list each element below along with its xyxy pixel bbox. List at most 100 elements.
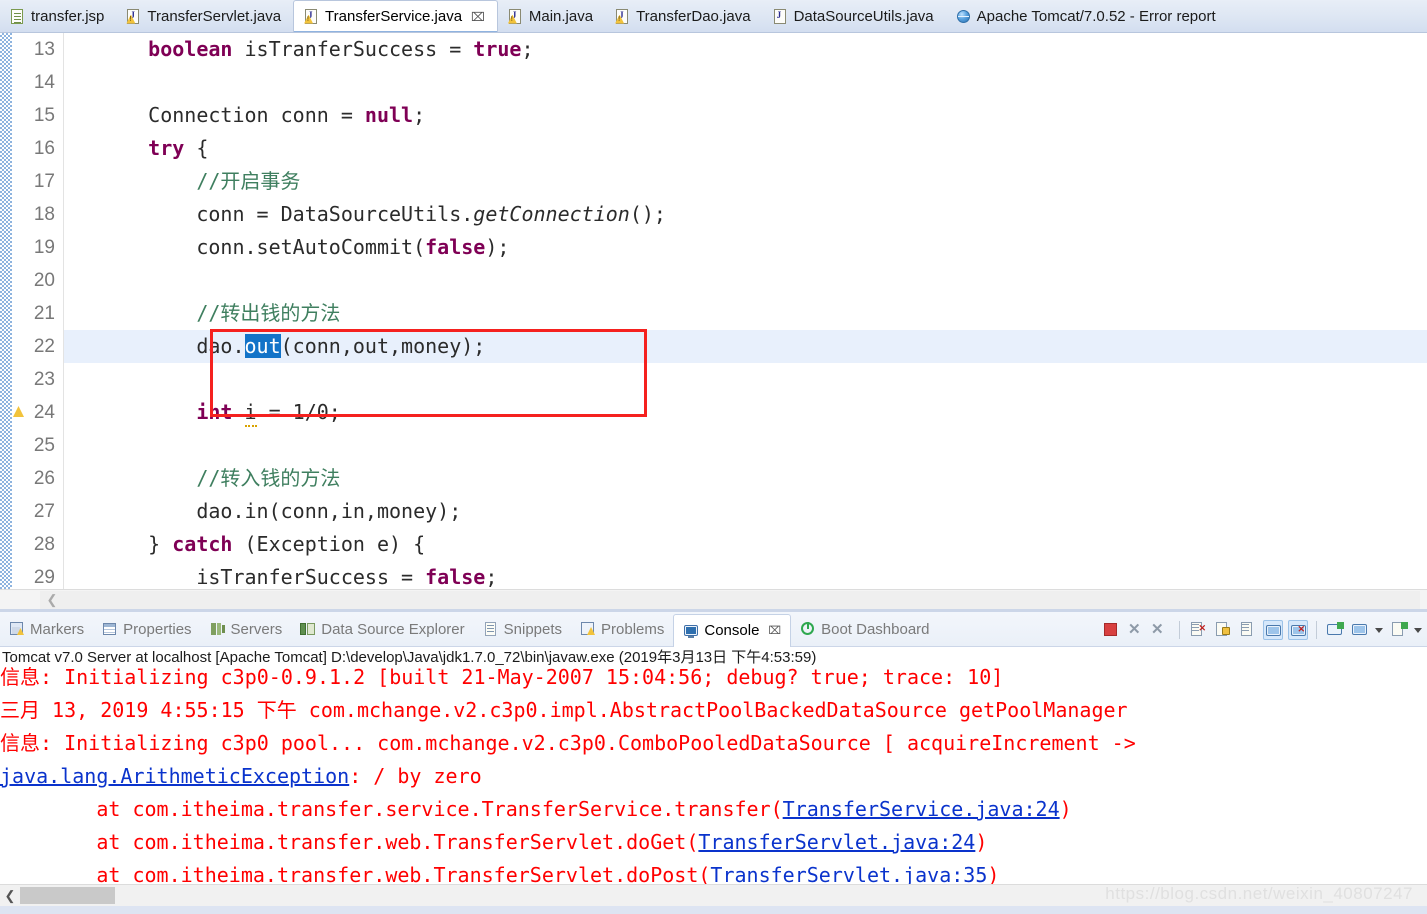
- warning-marker-icon[interactable]: [12, 405, 26, 419]
- display-selected-console-button[interactable]: [1350, 620, 1370, 640]
- code-line[interactable]: dao.in(conn,in,money);: [64, 495, 1427, 528]
- java-file-warning-icon: J: [304, 8, 319, 25]
- console-line: at com.itheima.transfer.web.TransferServ…: [0, 859, 1427, 884]
- editor-horizontal-scrollbar[interactable]: ❮: [0, 589, 1427, 609]
- code-line[interactable]: int i = 1/0;: [64, 396, 1427, 429]
- editor-tab-apache-tomcat-7-0-52-error-report[interactable]: Apache Tomcat/7.0.52 - Error report: [946, 1, 1228, 32]
- tab-close-icon[interactable]: ⌧: [471, 10, 485, 24]
- code-line[interactable]: //转入钱的方法: [64, 462, 1427, 495]
- line-number-text: 14: [33, 72, 55, 93]
- lock-icon: [1222, 627, 1230, 635]
- view-tab-label: Problems: [601, 620, 665, 638]
- clear-console-button[interactable]: ✕: [1188, 620, 1208, 640]
- error-x-icon: ✕: [1297, 624, 1305, 634]
- editor-tab-main-java[interactable]: J Main.java: [498, 1, 605, 32]
- line-number: 28: [12, 528, 63, 561]
- view-tab-data-source-explorer[interactable]: Data Source Explorer: [291, 614, 473, 644]
- code-line[interactable]: boolean isTranferSuccess = true;: [64, 33, 1427, 66]
- editor-scroll-left-icon[interactable]: ❮: [44, 592, 60, 608]
- code-token: true: [473, 37, 522, 61]
- view-tab-problems[interactable]: Problems: [571, 614, 673, 644]
- code-line[interactable]: Connection conn = null;: [64, 99, 1427, 132]
- code-line[interactable]: [64, 429, 1427, 462]
- open-console-button[interactable]: [1389, 620, 1409, 640]
- view-tab-label: Data Source Explorer: [321, 620, 465, 638]
- code-token: conn.setAutoCommit(: [100, 235, 426, 259]
- editor-scrollbar-thumb[interactable]: [40, 591, 1420, 609]
- code-line[interactable]: } catch (Exception e) {: [64, 528, 1427, 561]
- editor-tab-transferservice-java[interactable]: J TransferService.java ⌧: [293, 0, 498, 32]
- remove-all-terminated-button[interactable]: ✕: [1151, 620, 1171, 640]
- code-line[interactable]: //开启事务: [64, 165, 1427, 198]
- console-stack-link[interactable]: TransferService.java:24: [783, 797, 1060, 821]
- problems-icon: [580, 621, 596, 637]
- code-line[interactable]: try {: [64, 132, 1427, 165]
- line-number: 19: [12, 231, 63, 264]
- scroll-lock-button[interactable]: [1213, 620, 1233, 640]
- editor-tab-datasourceutils-java[interactable]: J DataSourceUtils.java: [763, 1, 946, 32]
- view-tab-snippets[interactable]: Snippets: [474, 614, 571, 644]
- view-tab-boot-dashboard[interactable]: Boot Dashboard: [791, 614, 938, 644]
- console-view[interactable]: Tomcat v7.0 Server at localhost [Apache …: [0, 647, 1427, 884]
- console-line: 信息: Initializing c3p0-0.9.1.2 [built 21-…: [0, 661, 1427, 694]
- scroll-left-icon[interactable]: ❮: [2, 888, 18, 904]
- code-line[interactable]: conn.setAutoCommit(false);: [64, 231, 1427, 264]
- view-tab-markers[interactable]: Markers: [0, 614, 93, 644]
- word-wrap-button[interactable]: [1238, 620, 1258, 640]
- clear-x-icon: ✕: [1198, 623, 1206, 633]
- editor-tab-transferservlet-java[interactable]: J TransferServlet.java: [116, 1, 293, 32]
- code-line[interactable]: [64, 66, 1427, 99]
- console-line: at com.itheima.transfer.service.Transfer…: [0, 793, 1427, 826]
- display-selected-console-dropdown[interactable]: [1375, 620, 1384, 640]
- editor-code-area[interactable]: boolean isTranferSuccess = true; Connect…: [64, 33, 1427, 589]
- editor-tab-transferdao-java[interactable]: J TransferDao.java: [605, 1, 763, 32]
- pin-console-button[interactable]: [1325, 620, 1345, 640]
- view-tab-label: Servers: [230, 620, 283, 638]
- code-token: getConnection: [473, 202, 630, 226]
- line-number-text: 26: [33, 468, 55, 489]
- code-line[interactable]: [64, 264, 1427, 297]
- console-output[interactable]: 信息: Initializing c3p0-0.9.1.2 [built 21-…: [0, 661, 1427, 884]
- console-text: at com.itheima.transfer.service.Transfer…: [0, 797, 783, 821]
- view-tab-label: Properties: [123, 620, 192, 638]
- remove-launch-button[interactable]: ✕: [1126, 620, 1146, 640]
- code-line[interactable]: dao.out(conn,out,money);: [64, 330, 1427, 363]
- code-line[interactable]: //转出钱的方法: [64, 297, 1427, 330]
- code-token: catch: [172, 532, 233, 556]
- view-tab-close-icon[interactable]: ⌧: [768, 624, 781, 637]
- view-tab-servers[interactable]: Servers: [201, 614, 292, 644]
- java-file-warning-icon: J: [615, 8, 630, 25]
- code-token: null: [364, 103, 414, 127]
- code-line[interactable]: conn = DataSourceUtils.getConnection();: [64, 198, 1427, 231]
- code-token: out: [244, 334, 281, 358]
- code-token: try: [148, 136, 185, 160]
- code-editor[interactable]: 13 14 15 16 17 18 19 20 21 22 23 24 25 26 27 28 29 boole…: [0, 33, 1427, 589]
- jsp-file-icon: [10, 8, 25, 25]
- code-line[interactable]: [64, 363, 1427, 396]
- editor-tab-transfer-jsp[interactable]: transfer.jsp: [0, 1, 116, 32]
- code-line[interactable]: isTranferSuccess = false;: [64, 561, 1427, 589]
- terminate-button[interactable]: [1101, 620, 1121, 640]
- view-tab-label: Snippets: [503, 620, 563, 638]
- console-line: 三月 13, 2019 4:55:15 下午 com.mchange.v2.c3…: [0, 694, 1427, 727]
- markers-icon: [9, 621, 25, 637]
- line-number-text: 19: [33, 237, 55, 258]
- line-number: 13: [12, 33, 63, 66]
- code-token: isTranferSuccess =: [100, 565, 426, 589]
- show-console-on-error-button[interactable]: ✕: [1288, 620, 1308, 640]
- show-console-on-output-button[interactable]: [1263, 620, 1283, 640]
- view-tab-console[interactable]: Console ⌧: [673, 613, 792, 647]
- editor-line-number-gutter[interactable]: 13 14 15 16 17 18 19 20 21 22 23 24 25 26 27 28 29: [12, 33, 64, 589]
- snippets-icon: [483, 621, 499, 637]
- console-stack-link[interactable]: java.lang.ArithmeticException: [0, 764, 349, 788]
- console-stack-link[interactable]: TransferServlet.java:24: [698, 830, 975, 854]
- view-tab-properties[interactable]: Properties: [93, 614, 200, 644]
- open-console-dropdown[interactable]: [1414, 620, 1423, 640]
- console-horizontal-scrollbar[interactable]: ❮: [0, 884, 1427, 906]
- console-scrollbar-thumb[interactable]: [20, 887, 115, 904]
- line-number-text: 23: [33, 369, 55, 390]
- line-number-text: 22: [33, 336, 55, 357]
- code-token: (Exception e) {: [232, 532, 426, 556]
- toolbar-separator-2: [1316, 621, 1317, 639]
- boot-dashboard-icon: [800, 621, 816, 637]
